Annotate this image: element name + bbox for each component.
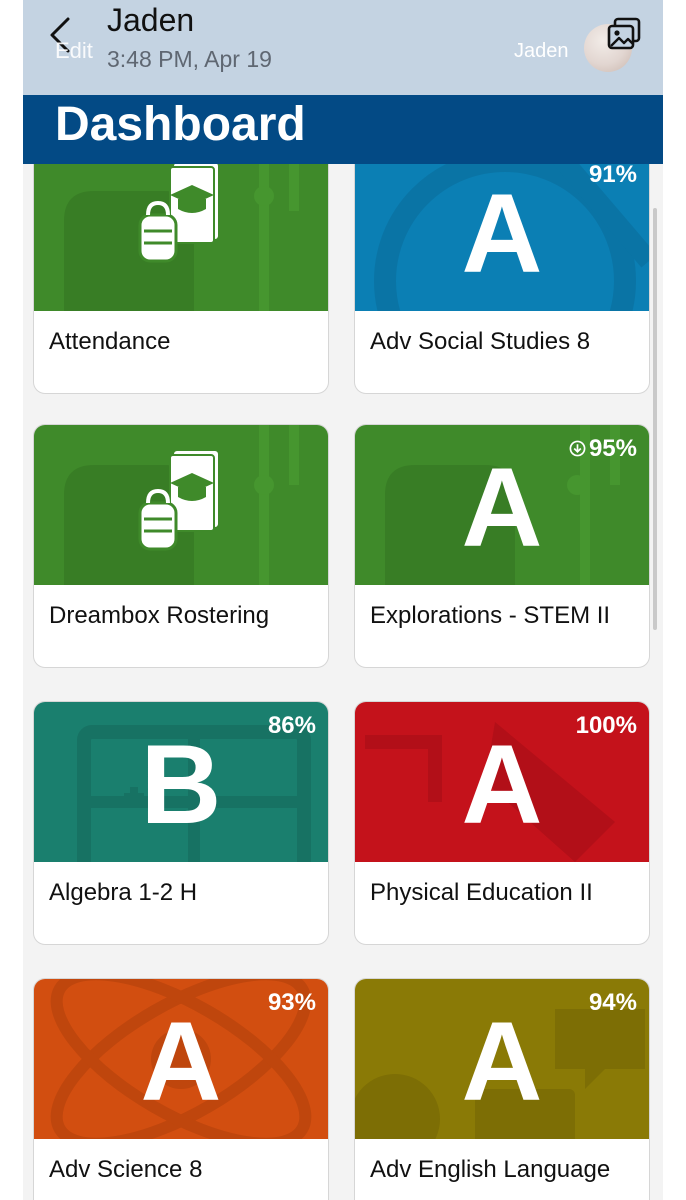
- grade-percent: 86%: [267, 712, 316, 739]
- photo-gallery-icon[interactable]: [606, 16, 642, 52]
- grade-percent: 93%: [267, 989, 316, 1016]
- course-title: Dreambox Rostering: [49, 602, 270, 629]
- card-banner: A 100%: [355, 702, 649, 862]
- course-title: Explorations - STEM II: [370, 602, 611, 629]
- card-banner: [34, 425, 328, 585]
- card-banner: [34, 164, 328, 311]
- course-cards-grid[interactable]: Attendance A 91% Adv Social Studies 8 Dr…: [23, 164, 663, 1200]
- grade-percent: 94%: [588, 989, 637, 1016]
- page-title: Dashboard: [55, 98, 306, 151]
- course-title: Attendance: [49, 328, 171, 355]
- backpack-book-icon: [138, 164, 218, 263]
- course-title: Physical Education II: [370, 879, 593, 906]
- card-banner: A 91%: [355, 164, 649, 311]
- course-card-adv-science-8[interactable]: A 93% Adv Science 8: [33, 978, 329, 1200]
- grade-percent: 95%: [588, 435, 637, 462]
- card-banner: A 94%: [355, 979, 649, 1139]
- course-title: Adv Social Studies 8: [370, 328, 591, 355]
- grade-percent-container: 95%: [569, 435, 637, 463]
- message-timestamp: 3:48 PM, Apr 19: [107, 46, 272, 72]
- download-icon: [569, 440, 586, 457]
- course-card-algebra-1-2-h[interactable]: B 86% Algebra 1-2 H: [33, 701, 329, 945]
- course-card-physical-education-ii[interactable]: A 100% Physical Education II: [354, 701, 650, 945]
- backpack-book-icon: [138, 451, 218, 551]
- course-title: Algebra 1-2 H: [49, 879, 198, 906]
- scrollbar[interactable]: [653, 208, 657, 630]
- course-title: Adv English Language: [370, 1156, 611, 1183]
- course-card-explorations-stem-ii[interactable]: A 95% Explorations - STEM II: [354, 424, 650, 668]
- user-name-label: Jaden: [514, 40, 569, 62]
- edit-button[interactable]: Edit: [55, 38, 93, 64]
- card-banner: A 95%: [355, 425, 649, 585]
- card-banner: B 86%: [34, 702, 328, 862]
- grade-percent: 100%: [575, 712, 637, 739]
- grade-percent: 91%: [588, 164, 637, 188]
- sender-name: Jaden: [107, 2, 195, 38]
- course-title: Adv Science 8: [49, 1156, 203, 1183]
- card-banner: A 93%: [34, 979, 328, 1139]
- course-card-adv-social-studies-8[interactable]: A 91% Adv Social Studies 8: [354, 164, 650, 394]
- course-card-dreambox-rostering[interactable]: Dreambox Rostering: [33, 424, 329, 668]
- course-card-attendance[interactable]: Attendance: [33, 164, 329, 394]
- course-card-adv-english-language[interactable]: A 94% Adv English Language: [354, 978, 650, 1200]
